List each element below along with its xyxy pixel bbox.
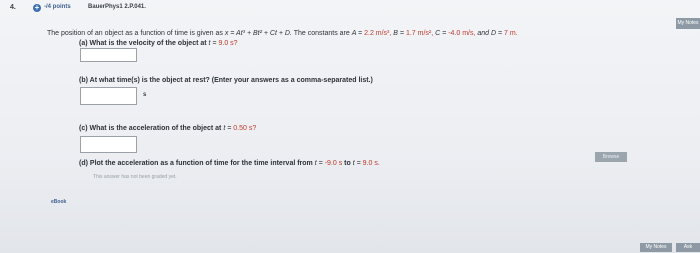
part-c-var: t = <box>223 125 232 132</box>
part-a-label: (a) <box>79 40 88 47</box>
ebook-link[interactable]: eBook <box>51 199 66 205</box>
question-intro: The position of an object as a function … <box>47 30 518 37</box>
part-b-question: (b) At what time(s) is the object at res… <box>79 77 373 84</box>
constant-c-value: -4.0 m/s, <box>448 30 476 37</box>
part-d-to-var: t = <box>352 160 361 167</box>
part-b-unit: s <box>143 92 147 98</box>
browse-button[interactable]: Browse <box>595 152 627 162</box>
part-c-answer-input[interactable] <box>80 136 137 153</box>
intro-prefix: The position of an object as a function … <box>47 30 223 37</box>
constant-b-label: B = <box>393 30 404 37</box>
constant-a-value: 2.2 m/s³, <box>364 30 392 37</box>
constants-prefix: The constants are <box>293 30 350 37</box>
my-notes-button[interactable]: My Notes <box>640 243 672 252</box>
part-d-label: (d) <box>79 160 88 167</box>
part-c-question: (c) What is the acceleration of the obje… <box>79 125 256 132</box>
constant-d-value: 7 m. <box>504 30 518 37</box>
position-equation: x = At³ + Bt² + Ct + D. <box>224 30 292 37</box>
part-a-question: (a) What is the velocity of the object a… <box>79 40 238 47</box>
part-d-to-text: to <box>344 160 351 167</box>
part-c-label: (c) <box>79 125 88 132</box>
part-d-question: (d) Plot the acceleration as a function … <box>79 160 380 167</box>
constant-d-label: and D = <box>477 30 503 37</box>
constant-b-value: 1.7 m/s², <box>405 30 434 37</box>
part-b-label: (b) <box>79 77 88 84</box>
part-a-text: What is the velocity of the object at <box>89 40 207 47</box>
part-d-from-var: t = <box>314 160 323 167</box>
part-d-from-value: -9.0 s <box>324 160 343 167</box>
part-c-value: 0.50 s? <box>233 125 257 132</box>
ask-button[interactable]: Ask <box>676 243 700 252</box>
part-d-to-value: 9.0 s. <box>362 160 380 167</box>
constant-c-label: C = <box>435 30 447 37</box>
constant-a-label: A = <box>351 30 363 37</box>
part-a-var: t = <box>208 40 217 47</box>
part-b-answer-input[interactable] <box>80 87 137 105</box>
part-a-value: 9.0 s? <box>218 40 238 47</box>
part-d-text: Plot the acceleration as a function of t… <box>89 160 313 167</box>
part-b-text: At what time(s) is the object at rest? (… <box>89 77 373 84</box>
points-label: -/4 points <box>44 4 71 10</box>
plus-icon[interactable]: + <box>33 4 41 12</box>
not-graded-notice: This answer has not been graded yet. <box>93 174 177 180</box>
part-c-text: What is the acceleration of the object a… <box>89 125 222 132</box>
question-number: 4. <box>10 4 16 11</box>
part-a-answer-input[interactable] <box>80 48 137 62</box>
question-id: BauerPhys1 2.P.041. <box>88 4 146 10</box>
my-notes-top-button[interactable]: My Notes <box>676 18 700 29</box>
question-page: 4. + -/4 points BauerPhys1 2.P.041. My N… <box>0 0 700 253</box>
